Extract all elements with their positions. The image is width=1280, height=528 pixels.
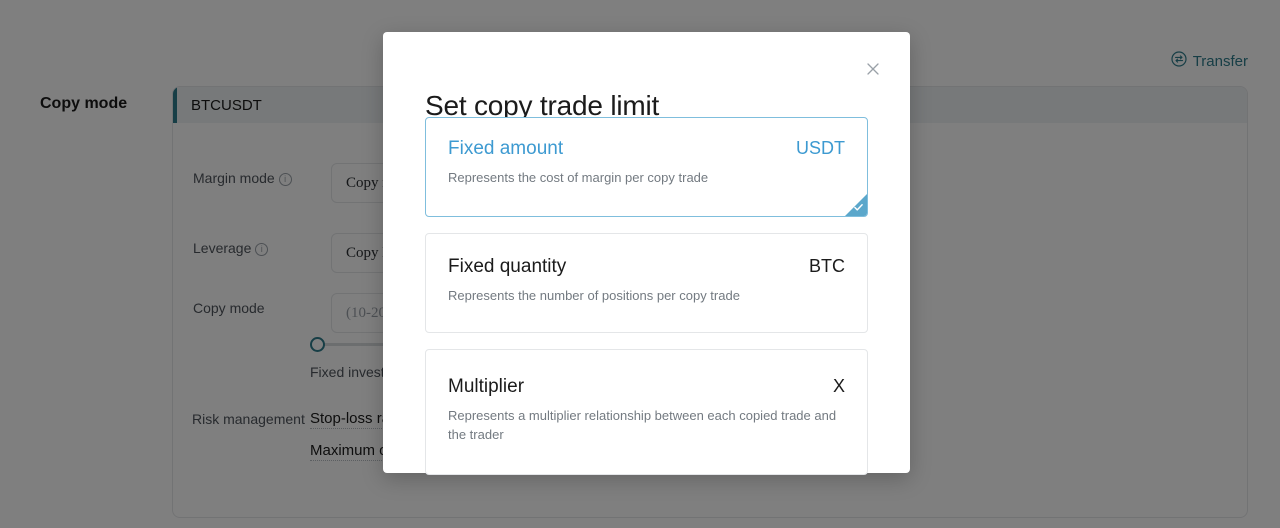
- option-multiplier-unit: X: [832, 375, 845, 396]
- option-fixed-amount-description: Represents the cost of margin per copy t…: [448, 170, 709, 185]
- option-multiplier[interactable]: Multiplier X Represents a multiplier rel…: [425, 348, 868, 476]
- option-fixed-quantity-name: Fixed quantity: [448, 255, 567, 277]
- option-header: Multiplier X: [448, 376, 845, 398]
- close-icon[interactable]: [862, 58, 884, 80]
- selected-check-badge: [845, 193, 867, 216]
- option-multiplier-name: Multiplier: [448, 375, 525, 397]
- option-multiplier-description: Represents a multiplier relationship bet…: [448, 407, 837, 442]
- option-fixed-quantity[interactable]: Fixed quantity BTC Represents the number…: [425, 232, 868, 333]
- option-header: Fixed amount USDT: [448, 138, 845, 160]
- option-fixed-quantity-description: Represents the number of positions per c…: [448, 287, 740, 303]
- check-icon: [854, 203, 863, 211]
- option-fixed-quantity-unit: BTC: [809, 255, 845, 276]
- option-fixed-amount-unit: USDT: [796, 138, 845, 158]
- option-fixed-amount[interactable]: Fixed amount USDT Represents the cost of…: [425, 117, 868, 217]
- option-fixed-amount-name: Fixed amount: [448, 138, 564, 159]
- option-header: Fixed quantity BTC: [448, 256, 845, 278]
- set-copy-trade-limit-dialog: Set copy trade limit Fixed amount USDT R…: [383, 32, 910, 476]
- limit-type-option-list: Fixed amount USDT Represents the cost of…: [425, 117, 868, 491]
